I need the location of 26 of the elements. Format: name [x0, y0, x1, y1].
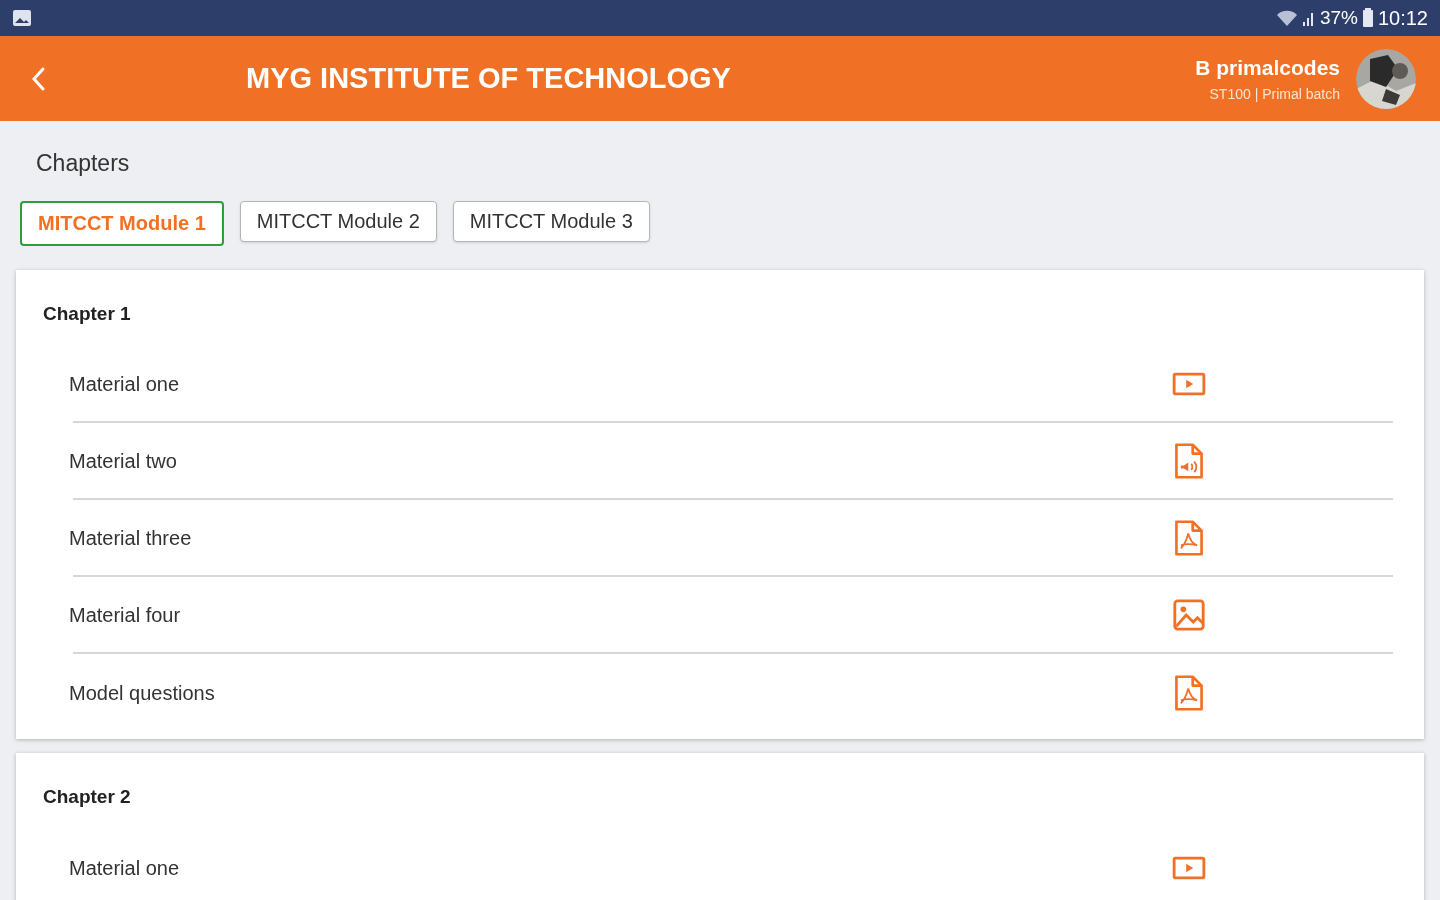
material-name[interactable]: Material one — [69, 853, 180, 883]
video-icon[interactable] — [1172, 370, 1206, 397]
app-title: MYG INSTITUTE OF TECHNOLOGY — [246, 60, 731, 96]
audio-file-icon[interactable] — [1172, 440, 1206, 481]
video-icon[interactable] — [1172, 855, 1206, 881]
pdf-file-icon[interactable] — [1172, 517, 1206, 558]
chapter-title: Chapter 1 — [43, 301, 132, 326]
image-icon[interactable] — [1172, 597, 1206, 632]
material-name[interactable]: Material three — [69, 522, 192, 553]
gallery-icon — [12, 9, 32, 27]
user-name: B primalcodes — [1195, 55, 1340, 82]
module-tab[interactable]: MITCCT Module 3 — [452, 200, 650, 242]
section-title: Chapters — [36, 149, 131, 178]
back-icon — [30, 65, 46, 92]
module-tab[interactable]: MITCCT Module 2 — [239, 200, 437, 242]
wifi-icon — [1275, 9, 1298, 27]
battery-icon — [1361, 8, 1374, 28]
material-name[interactable]: Model questions — [69, 677, 215, 708]
battery-percentage: 37% — [1319, 5, 1358, 30]
pdf-file-icon[interactable] — [1172, 672, 1206, 713]
material-name[interactable]: Material two — [69, 445, 177, 476]
clock: 10:12 — [1377, 6, 1428, 31]
chapter-title: Chapter 2 — [43, 785, 132, 809]
material-name[interactable]: Material four — [69, 599, 181, 630]
material-name[interactable]: Material one — [69, 368, 180, 399]
user-detail: ST100 | Primal batch — [1209, 84, 1340, 104]
